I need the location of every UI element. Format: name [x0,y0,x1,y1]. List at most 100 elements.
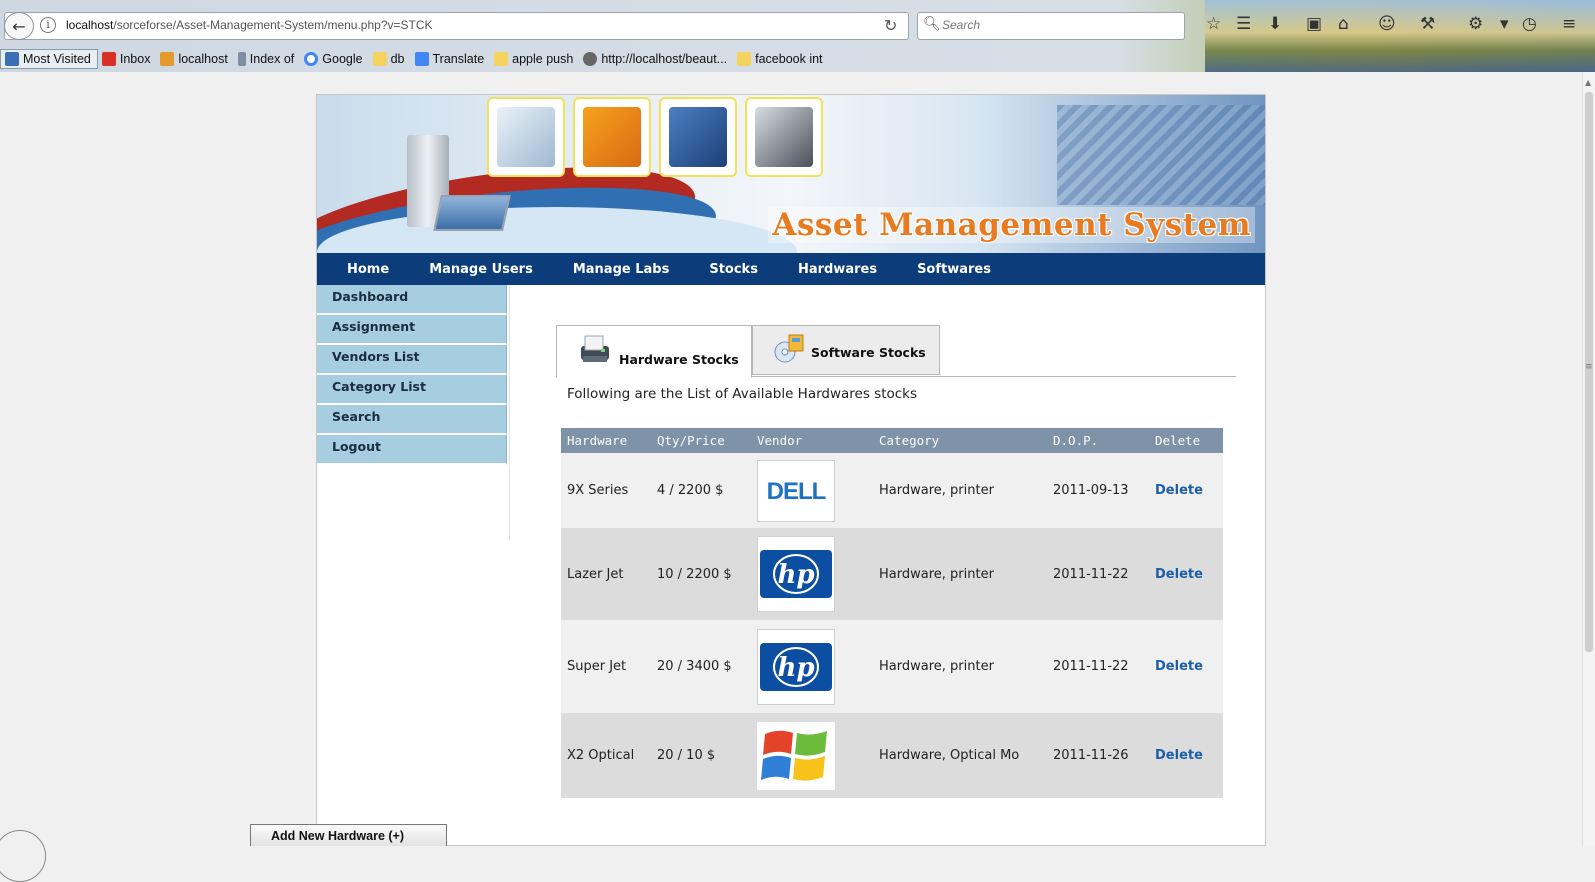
back-button[interactable]: ← [4,12,34,40]
table-row: X2 Optical 20 / 10 $ Hardware, Optical M… [561,713,1223,798]
nav-manage-labs[interactable]: Manage Labs [573,262,669,277]
bookmark-db[interactable]: db [369,48,411,70]
bookmark-label: Translate [432,52,485,66]
sidebar: Dashboard Assignment Vendors List Catego… [317,285,507,465]
menu-hamburger-icon[interactable]: ≡ [1562,14,1576,34]
software-box-thumbnail [573,97,651,177]
sidebar-item-vendors-list[interactable]: Vendors List [317,345,507,375]
nav-stocks[interactable]: Stocks [709,262,758,277]
sidebar-item-dashboard[interactable]: Dashboard [317,285,507,315]
bookmark-most-visited[interactable]: Most Visited [0,49,98,69]
hp-logo: hp [757,536,835,612]
bookmark-label: db [390,52,405,66]
table-header-row: Hardware Qty/Price Vendor Category D.O.P… [561,428,1223,453]
home-icon[interactable]: ⌂ [1338,14,1349,34]
sidebar-item-search[interactable]: Search [317,405,507,435]
bookmark-index-of[interactable]: Index of [234,48,300,70]
search-input[interactable] [942,18,1172,32]
hardware-stock-table: Hardware Qty/Price Vendor Category D.O.P… [561,428,1223,798]
cell-dop: 2011-11-26 [1047,713,1149,798]
reading-list-icon[interactable]: ☰ [1236,14,1251,34]
windows-logo [757,721,835,790]
site-banner: Asset Management System [317,95,1265,253]
cell-vendor: DELL [751,453,873,528]
dropdown-chevron-icon[interactable]: ▾ [1500,14,1509,34]
vertical-scrollbar[interactable]: ▲ ≡ [1582,72,1595,846]
translate-icon [414,52,429,66]
bookmark-localhost-beaut[interactable]: http://localhost/beaut... [579,48,733,70]
add-new-hardware-button[interactable]: Add New Hardware (+) [250,824,447,846]
bookmark-apple-push[interactable]: apple push [490,48,579,70]
cell-category: Hardware, printer [873,528,1047,620]
tool-icon[interactable]: ⚒ [1420,14,1435,34]
banner-title: Asset Management System [768,207,1255,243]
search-icon: 🔍︎ [923,16,941,32]
tab-hardware-label: Hardware Stocks [619,352,739,367]
printer-icon [581,335,609,362]
info-icon[interactable]: i [40,17,56,33]
cell-hardware: X2 Optical [561,713,651,798]
table-row: 9X Series 4 / 2200 $ DELL Hardware, prin… [561,453,1223,528]
scrollbar-thumb[interactable] [1585,92,1593,652]
bookmark-label: Google [322,52,363,66]
bookmark-star-icon[interactable]: ☆ [1206,14,1221,34]
scroll-up-icon[interactable]: ▲ [1585,78,1591,87]
col-vendor: Vendor [751,428,873,453]
bookmark-translate[interactable]: Translate [411,48,491,70]
cell-hardware: 9X Series [561,453,651,528]
svg-text:DELL: DELL [767,478,826,505]
download-icon[interactable]: ⬇ [1268,14,1282,34]
software-cd-thumbnail [659,97,737,177]
cell-category: Hardware, printer [873,620,1047,713]
xampp-icon [160,52,175,66]
history-clock-icon[interactable]: ◷ [1522,14,1537,34]
sidebar-item-assignment[interactable]: Assignment [317,315,507,345]
intro-text: Following are the List of Available Hard… [567,386,918,402]
col-delete: Delete [1149,428,1223,453]
screenshot-icon[interactable]: ▣ [1306,14,1322,34]
bookmark-google[interactable]: Google [300,48,368,70]
smiley-icon[interactable]: ☺ [1378,14,1396,34]
url-text[interactable]: localhost/sorceforse/Asset-Management-Sy… [66,18,433,32]
hp-logo-icon: hp [760,642,832,691]
site-container: Asset Management System Home Manage User… [316,94,1266,846]
most-visited-icon [5,52,19,66]
bookmark-label: Inbox [119,52,151,66]
table-row: Super Jet 20 / 3400 $ hp Hardware, print… [561,620,1223,713]
bookmark-localhost[interactable]: localhost [156,48,233,70]
nav-home[interactable]: Home [347,262,389,277]
nav-manage-users[interactable]: Manage Users [429,262,533,277]
table-row: Lazer Jet 10 / 2200 $ hp Hardware, print… [561,528,1223,620]
bookmark-label: http://localhost/beaut... [601,52,728,66]
bookmark-label: apple push [512,52,574,66]
hp-logo: hp [757,628,835,705]
stock-tabs: Hardware Stocks Software Stocks [556,325,1236,378]
extension-icon[interactable]: ⚙ [1468,14,1483,34]
cell-vendor [751,713,873,798]
windows-logo-icon [761,730,827,781]
delete-link[interactable]: Delete [1155,748,1203,763]
cell-category: Hardware, Optical Mo [873,713,1047,798]
delete-link[interactable]: Delete [1155,483,1203,498]
bookmark-inbox[interactable]: Inbox [98,48,157,70]
sidebar-item-category-list[interactable]: Category List [317,375,507,405]
nav-hardwares[interactable]: Hardwares [798,262,877,277]
cell-vendor: hp [751,620,873,713]
sidebar-item-logout[interactable]: Logout [317,435,507,465]
laptop-graphic [433,195,511,231]
bookmarks-toolbar: Most Visited Inbox localhost Index of Go… [0,48,829,70]
svg-text:hp: hp [777,560,814,590]
delete-link[interactable]: Delete [1155,567,1203,582]
nav-softwares[interactable]: Softwares [917,262,991,277]
tab-hardware-stocks[interactable]: Hardware Stocks [556,325,752,378]
bookmark-facebook-int[interactable]: facebook int [733,48,828,70]
reload-icon[interactable]: ↻ [884,16,897,35]
bookmark-label: Index of [249,52,295,66]
tab-software-stocks[interactable]: Software Stocks [752,325,940,375]
delete-link[interactable]: Delete [1155,659,1203,674]
hp-logo-icon: hp [760,550,832,598]
cell-hardware: Super Jet [561,620,651,713]
bookmark-label: facebook int [755,52,823,66]
url-path: /sorceforse/Asset-Management-System/menu… [113,18,433,32]
cell-qty-price: 10 / 2200 $ [651,528,751,620]
